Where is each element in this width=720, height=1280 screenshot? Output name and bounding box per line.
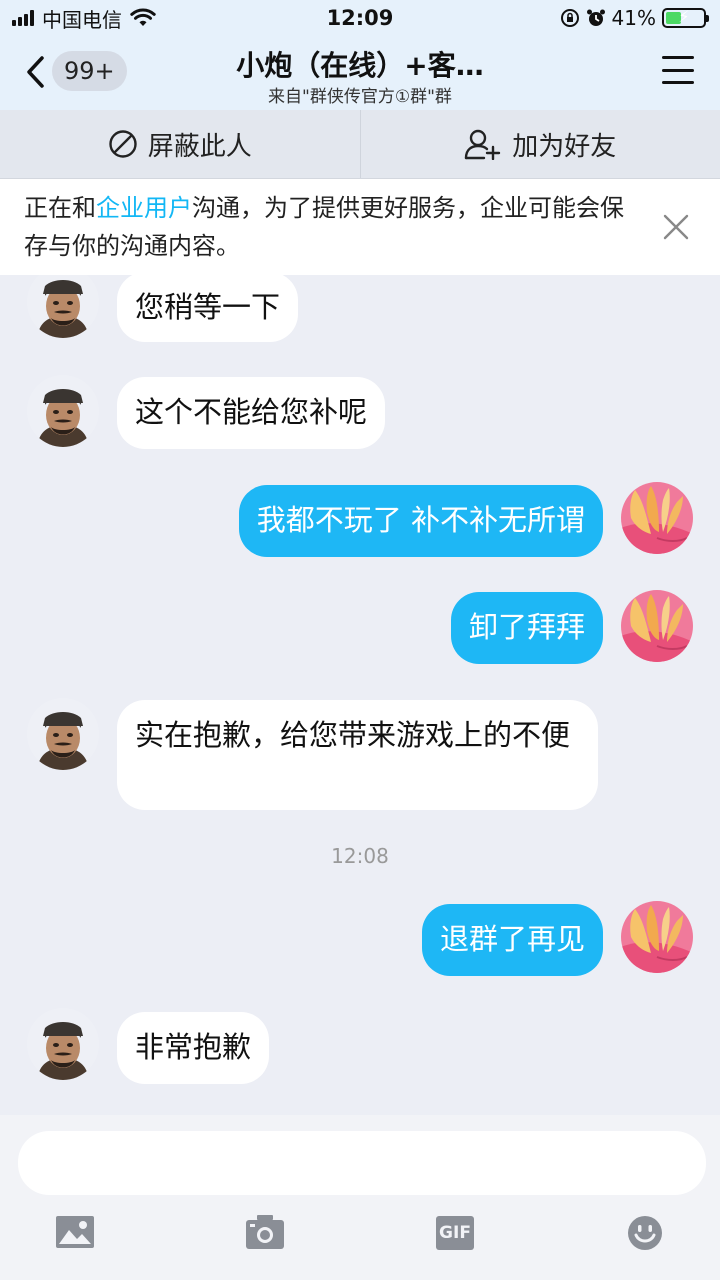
message-bubble-incoming[interactable]: 这个不能给您补呢: [117, 377, 386, 449]
block-user-button[interactable]: 屏蔽此人: [0, 110, 360, 178]
message-bubble-incoming[interactable]: 非常抱歉: [117, 1012, 270, 1084]
enterprise-user-link[interactable]: 企业用户: [96, 194, 192, 222]
chevron-left-icon: [27, 56, 44, 88]
message-bubble-outgoing[interactable]: 退群了再见: [421, 904, 603, 976]
message-input[interactable]: [18, 1131, 706, 1195]
message-bubble-incoming[interactable]: 实在抱歉，给您带来游戏上的不便: [117, 700, 598, 810]
user-avatar[interactable]: [621, 901, 693, 973]
add-friend-icon: [465, 129, 501, 160]
orientation-lock-icon: [560, 9, 579, 27]
agent-avatar[interactable]: [27, 1008, 99, 1080]
camera-icon[interactable]: [245, 1214, 285, 1250]
image-icon[interactable]: [55, 1215, 95, 1249]
status-right: 41% ⚡: [560, 6, 709, 30]
agent-avatar[interactable]: [27, 375, 99, 447]
close-icon[interactable]: [662, 213, 690, 241]
message-bubble-outgoing[interactable]: 我都不玩了 补不补无所谓: [238, 485, 603, 557]
message-bubble-incoming[interactable]: 您稍等一下: [117, 275, 299, 342]
enterprise-notice: 正在和企业用户沟通，为了提供更好服务，企业可能会保存与你的沟通内容。: [0, 179, 720, 275]
action-row: 屏蔽此人 加为好友: [0, 110, 720, 179]
unread-count-badge[interactable]: 99+: [52, 51, 127, 91]
back-button[interactable]: [18, 50, 52, 94]
chat-subtitle: 来自"群侠传官方①群"群: [268, 87, 452, 107]
chat-title[interactable]: 小炮（在线）+客…: [130, 44, 590, 84]
block-user-label: 屏蔽此人: [147, 131, 252, 162]
message-list[interactable]: 您稍等一下 这个不能给您补呢 我都不玩了 补不补无所谓 卸了拜拜 实在抱歉，给您…: [0, 275, 720, 1115]
message-timestamp: 12:08: [331, 844, 389, 868]
add-friend-button[interactable]: 加为好友: [361, 110, 720, 178]
menu-icon[interactable]: [662, 56, 694, 84]
chat-header: 99+ 小炮（在线）+客… 来自"群侠传官方①群"群: [0, 36, 720, 110]
message-bubble-outgoing[interactable]: 卸了拜拜: [450, 592, 603, 664]
agent-avatar[interactable]: [27, 275, 99, 338]
add-friend-label: 加为好友: [512, 131, 617, 162]
agent-avatar[interactable]: [27, 698, 99, 770]
status-bar: 中国电信 12:09 41% ⚡: [0, 0, 720, 36]
gif-icon[interactable]: GIF: [436, 1216, 474, 1250]
block-icon: [109, 130, 137, 158]
user-avatar[interactable]: [621, 590, 693, 662]
notice-text: 正在和企业用户沟通，为了提供更好服务，企业可能会保存与你的沟通内容。: [24, 194, 624, 260]
emoji-icon[interactable]: [627, 1215, 663, 1251]
battery-icon: ⚡: [662, 7, 709, 28]
battery-percent: 41%: [611, 6, 656, 30]
user-avatar[interactable]: [621, 482, 693, 554]
input-bar: GIF: [0, 1115, 720, 1280]
alarm-icon: [586, 9, 605, 26]
